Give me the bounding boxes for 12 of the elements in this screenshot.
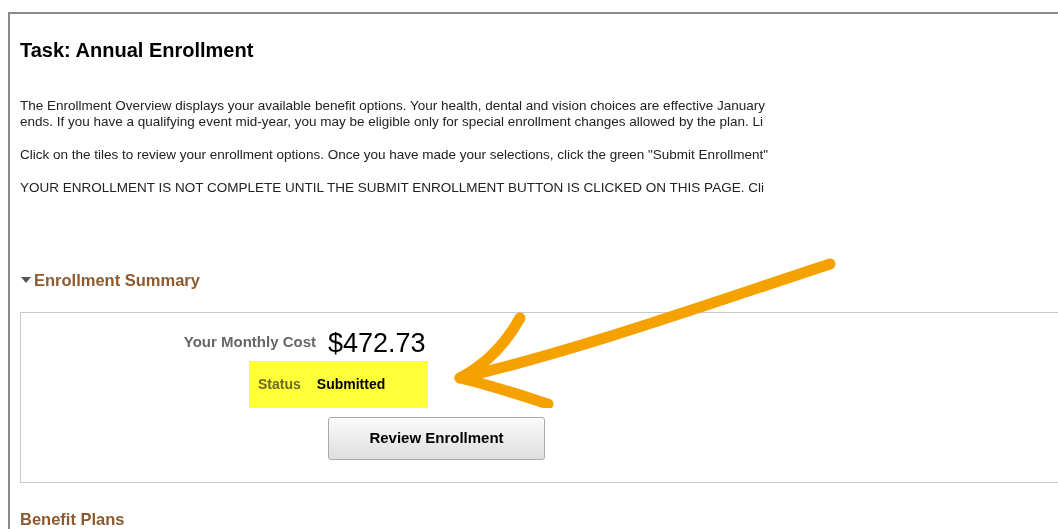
cost-label: Your Monthly Cost [182,332,316,353]
description-paragraph: YOUR ENROLLMENT IS NOT COMPLETE UNTIL THE SUBMIT ENROLLMENT BUTTON IS CLICKED ON THIS PAGE. Cli [20,180,765,196]
description-paragraph: The Enrollment Overview displays your available benefit options. Your health, dental and vision choices are effective January ends. If you have a qualifying event mid-year, you may be eligible only for special enrollment changes allowed by the plan. Li [20,98,766,130]
section-toggle[interactable]: Enrollment Summary [20,268,200,293]
section-heading: Benefit Plans [20,508,126,529]
task-title: Task: Annual Enrollment [20,40,255,60]
review-enrollment-button[interactable]: Review Enrollment [328,416,545,460]
monthly-cost: $472.73 [328,326,426,359]
status-label: Status [258,374,301,394]
status-value: Submitted [316,374,386,394]
caret-icon [20,276,32,285]
description-paragraph: Click on the tiles to review your enrollment options. Once you have made your selections, click the green "Submit Enrollment" [20,147,769,163]
